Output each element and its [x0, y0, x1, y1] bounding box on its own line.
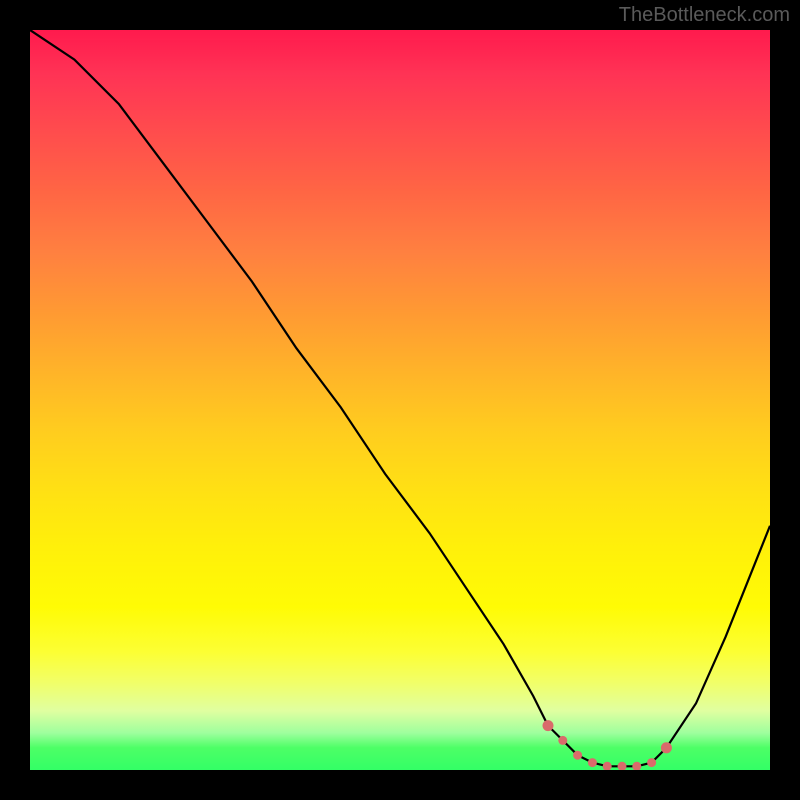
- chart-svg: [30, 30, 770, 770]
- marker-dot: [588, 758, 597, 767]
- marker-dot: [558, 736, 567, 745]
- bottleneck-curve-line: [30, 30, 770, 766]
- marker-dot: [647, 758, 656, 767]
- marker-dot: [603, 762, 612, 770]
- chart-plot-area: [30, 30, 770, 770]
- marker-dot: [543, 720, 554, 731]
- watermark-text: TheBottleneck.com: [619, 4, 790, 27]
- marker-dot: [632, 762, 641, 770]
- optimal-range-markers: [543, 720, 672, 770]
- marker-dot: [661, 742, 672, 753]
- marker-dot: [573, 751, 582, 760]
- marker-dot: [618, 762, 627, 770]
